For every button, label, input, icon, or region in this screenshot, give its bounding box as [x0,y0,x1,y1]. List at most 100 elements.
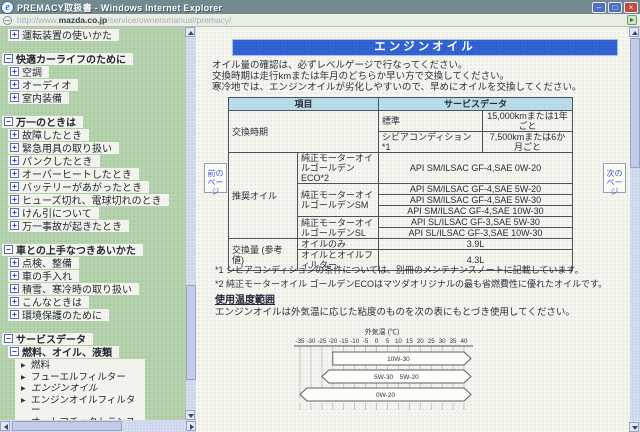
expand-plus-icon[interactable]: + [10,297,19,306]
svg-text:30: 30 [439,338,446,345]
cell-severe-val: 7,500kmまたは6か月ごと [482,131,573,153]
sidebar-leaf-label: エンジンオイルフィルター [31,394,136,416]
expand-plus-icon[interactable]: + [10,258,19,267]
prev-page-button[interactable]: 前の ページ [204,163,227,196]
svg-text:5: 5 [386,338,390,345]
sidebar-item-label: 室内装備 [22,94,62,105]
svg-text:-35: -35 [296,338,306,345]
sidebar-vscrollbar[interactable] [185,27,196,420]
cell-sm-name: 純正モーターオイルゴールデンSM [297,183,379,217]
collapse-minus-icon[interactable]: − [4,245,13,254]
cell-sl-val2: API SL/ILSAC GF-3,SAE 10W-30 [378,227,573,239]
next-page-label: 次の [606,169,623,178]
sidebar-list: + 運転装置の使いかた − 快適カーライフのために + 空調 + オーディオ + 室内装備 − 万一の… [2,29,186,420]
expand-plus-icon[interactable]: + [10,195,19,204]
url-prefix: http://www. [17,15,59,25]
sidebar-item-label: 運転装置の使いかた [22,31,112,42]
scroll-down-arrow[interactable] [629,422,639,432]
footnote-1: *1 シビアコンディションの条件については、別冊のメンテナンスノートに記載してい… [215,265,584,275]
sidebar-nav: + 運転装置の使いかた − 快適カーライフのために + 空調 + オーディオ + 室内装備 − 万一の… [0,27,186,420]
expand-plus-icon[interactable]: + [10,67,19,76]
expand-plus-icon[interactable]: + [10,143,19,152]
scroll-up-arrow[interactable] [185,27,195,37]
next-page-button[interactable]: 次の ページ [603,163,626,196]
triangle-icon: ▶ [21,386,26,392]
expand-plus-icon[interactable]: + [10,156,19,165]
expand-plus-icon[interactable]: + [10,310,19,319]
cell-hyoujun-val: 15,000kmまたは1年ごと [482,110,573,132]
maximize-button[interactable]: □ [608,1,622,13]
triangle-icon: ▶ [21,397,26,404]
expand-plus-icon[interactable]: + [10,169,19,178]
expand-plus-icon[interactable]: + [10,182,19,191]
sidebar-item[interactable]: + 万一事故が起きたとき [8,220,129,233]
svg-text:-15: -15 [339,338,349,345]
sidebar-item[interactable]: + 運転装置の使いかた [8,29,119,42]
cell-sm-val2: API SM/ILSAC GF-4,SAE 5W-30 [378,194,573,206]
intro-text: オイル量の確認は、必ずレベルゲージで行なってください。 交換時期は走行kmまたは… [212,60,581,93]
svg-text:20: 20 [417,338,424,345]
sidebar-leaf[interactable]: ▶ 燃料 [21,360,143,372]
main-vscrollbar[interactable] [629,27,640,432]
scroll-right-arrow[interactable] [186,421,196,431]
sidebar-header[interactable]: − 燃料、オイル、液類 [8,346,119,359]
sidebar-item[interactable]: + 環境保護のために [8,309,109,322]
svg-text:-10: -10 [350,338,360,345]
collapse-minus-icon[interactable]: − [10,347,19,356]
svg-text:外気温 (℃): 外気温 (℃) [365,327,400,336]
url-text[interactable]: http://www.mazda.co.jp/service/ownersman… [17,15,627,25]
svg-text:-30: -30 [306,338,316,345]
footnote-2: *2 純正モーターオイル ゴールデンECOはマツダオリジナルの最も省燃費性に優れ… [215,279,608,289]
sidebar-leaf[interactable]: ▶ エンジンオイルフィルター [21,394,143,417]
scroll-thumb[interactable] [630,38,640,168]
expand-plus-icon[interactable]: + [10,30,19,39]
expand-plus-icon[interactable]: + [10,208,19,217]
scroll-thumb[interactable] [12,421,122,431]
window-titlebar: e PREMACY取扱書 - Windows Internet Explorer… [0,0,640,14]
collapse-minus-icon[interactable]: − [4,334,13,343]
prev-page-label: 前の [207,169,224,178]
svg-text:35: 35 [450,338,457,345]
expand-plus-icon[interactable]: + [10,271,19,280]
url-domain: mazda.co.jp [58,15,108,25]
sidebar-item-label: 環境保護のために [22,311,102,322]
sidebar-leaf[interactable]: ▶ フューエルフィルター [21,372,143,384]
sidebar-leaf[interactable]: ▶ エンジンオイル [21,383,143,395]
sidebar-item-label: 燃料、オイル、液類 [22,348,112,359]
scroll-thumb[interactable] [186,285,196,380]
cell-sm-val3: API SM/ILSAC GF-4,SAE 10W-30 [378,205,573,217]
svg-text:15: 15 [406,338,413,345]
expand-plus-icon[interactable]: + [10,284,19,293]
collapse-minus-icon[interactable]: − [4,54,13,63]
scroll-down-arrow[interactable] [185,410,195,420]
svg-text:40: 40 [461,338,468,345]
sidebar-item-label: 万一事故が起きたとき [22,222,122,233]
svg-text:0: 0 [375,338,379,345]
minimize-button[interactable]: – [592,1,606,13]
cell-eco-name: 純正モーターオイルゴールデンECO*2 [297,152,379,184]
sidebar-item[interactable]: + 室内装備 [8,92,69,105]
intro-line: 交換時期は走行kmまたは年月のどちらか早い方で交換してください。 [212,71,510,82]
intro-line: 寒冷地では、エンジンオイルが劣化しやすいので、早めにオイルを交換してください。 [212,82,582,93]
scroll-up-arrow[interactable] [629,27,639,37]
service-data-table: 項目 サービスデータ 交換時期 標準 15,000kmまたは1年ごと シビアコン… [228,97,573,271]
svg-text:-5: -5 [363,338,369,345]
main-content: エンジンオイル オイル量の確認は、必ずレベルゲージで行なってください。 交換時期… [197,27,630,432]
expand-plus-icon[interactable]: + [10,221,19,230]
scroll-left-arrow[interactable] [0,421,10,431]
window-title: PREMACY取扱書 - Windows Internet Explorer [17,2,223,13]
go-icon[interactable] [627,15,637,25]
expand-plus-icon[interactable]: + [10,130,19,139]
collapse-minus-icon[interactable]: − [4,117,13,126]
cell-koukan-jiki: 交換時期 [228,110,379,153]
cell-sl-name: 純正モーターオイルゴールデンSL [297,216,379,239]
prev-page-label: ページ [207,178,224,196]
expand-plus-icon[interactable]: + [10,93,19,102]
address-bar[interactable]: http://www.mazda.co.jp/service/ownersman… [0,14,640,27]
svg-text:-25: -25 [317,338,327,345]
sidebar-leaf-panel: ▶燃料▶フューエルフィルター▶エンジンオイル▶エンジンオイルフィルター▶オートマ… [15,359,145,420]
close-button[interactable]: × [624,1,638,13]
sidebar-hscrollbar[interactable] [0,420,196,432]
back-icon[interactable] [3,15,12,25]
expand-plus-icon[interactable]: + [10,80,19,89]
